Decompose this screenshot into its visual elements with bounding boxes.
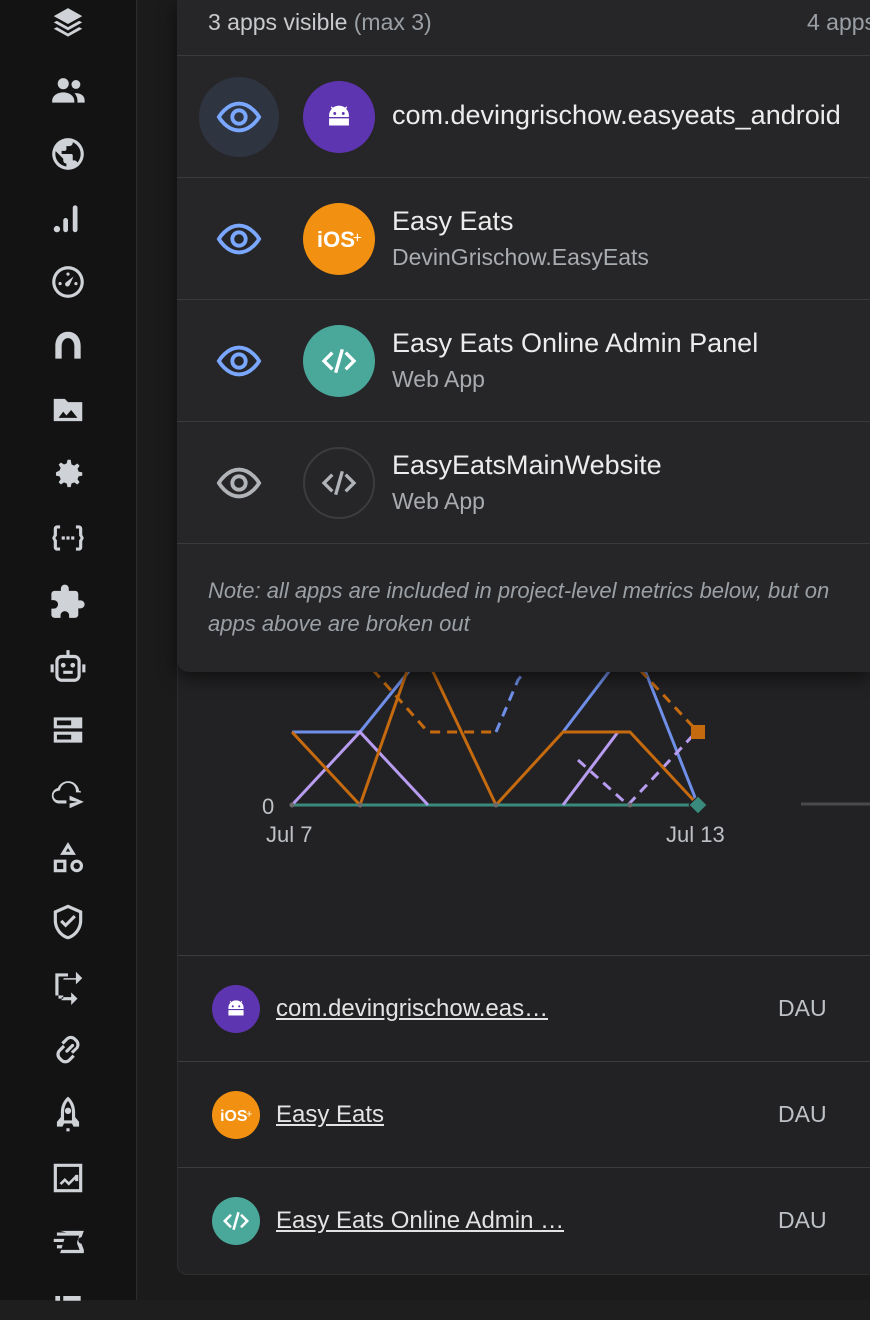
android-icon xyxy=(228,999,244,1015)
app-subtitle: DevinGrischow.EasyEats xyxy=(392,244,649,270)
rocket-icon[interactable] xyxy=(44,1090,92,1138)
metric-label: DAU xyxy=(778,1101,827,1127)
visibility-toggle[interactable] xyxy=(199,77,279,157)
eye-icon xyxy=(216,223,262,255)
app-menu-item[interactable]: EasyEatsMainWebsite Web App xyxy=(177,422,870,544)
baseline-dot xyxy=(357,802,363,808)
chart-trend-icon[interactable] xyxy=(44,1154,92,1202)
baseline-dot xyxy=(493,802,499,808)
app-link[interactable]: Easy Eats Online Admin … xyxy=(276,1207,564,1235)
ios-badge: iOS + xyxy=(303,203,375,275)
app-metrics-table: com.devingrischow.eas… DAU iOS + Easy Eat… xyxy=(178,955,870,1273)
metric-label: DAU xyxy=(778,995,827,1021)
cloud-send-icon[interactable] xyxy=(44,770,92,818)
x-axis-end-label: Jul 13 xyxy=(666,822,725,847)
visible-apps-count: 3 apps visible (max 3) xyxy=(208,9,432,36)
svg-text:iOS: iOS xyxy=(220,1107,247,1124)
menu-header: 3 apps visible (max 3) 4 apps xyxy=(177,0,870,56)
note-line-1: Note: all apps are included in project-l… xyxy=(208,578,830,603)
route-icon[interactable] xyxy=(44,962,92,1010)
y-axis-zero-label: 0 xyxy=(262,794,275,819)
eye-icon xyxy=(216,345,262,377)
web-badge xyxy=(303,325,375,397)
table-row[interactable]: Easy Eats Online Admin … DAU xyxy=(178,1167,870,1273)
app-subtitle: Web App xyxy=(392,488,485,514)
baseline-dot xyxy=(627,802,633,808)
x-axis-start-label: Jul 7 xyxy=(266,822,313,847)
globe-icon[interactable] xyxy=(44,130,92,178)
folder-image-icon[interactable] xyxy=(44,386,92,434)
app-title: Easy Eats xyxy=(392,206,514,236)
visibility-toggle[interactable] xyxy=(199,443,279,523)
settings-gear-icon[interactable] xyxy=(44,450,92,498)
ios-badge: iOS + xyxy=(212,1090,260,1139)
shapes-icon[interactable] xyxy=(44,834,92,882)
code-icon xyxy=(222,1211,250,1230)
android-icon xyxy=(329,105,349,126)
series-end-marker-orange xyxy=(691,725,705,739)
svg-text:iOS: iOS xyxy=(317,227,355,252)
ios-icon: iOS+ xyxy=(220,1107,252,1124)
note-line-2: apps above are broken out xyxy=(208,611,470,636)
ios-icon: iOS+ xyxy=(317,227,362,252)
total-apps-count: 4 apps xyxy=(807,9,870,35)
link-icon[interactable] xyxy=(44,1026,92,1074)
app-title: EasyEatsMainWebsite xyxy=(392,450,662,480)
code-icon xyxy=(321,470,357,496)
side-nav-rail xyxy=(0,0,137,1301)
code-brackets-icon[interactable] xyxy=(44,514,92,562)
robot-icon[interactable] xyxy=(44,642,92,690)
visibility-toggle[interactable] xyxy=(199,321,279,401)
baseline-dot xyxy=(289,802,295,808)
app-title: com.devingrischow.easyeats_android xyxy=(392,100,841,130)
series-line-orange-dashed xyxy=(371,669,496,734)
android-badge xyxy=(303,81,375,153)
app-title: Easy Eats Online Admin Panel xyxy=(392,328,759,358)
app-link[interactable]: Easy Eats xyxy=(276,1101,384,1129)
metrics-note: Note: all apps are included in project-l… xyxy=(208,574,870,640)
visible-max-text: (max 3) xyxy=(353,9,432,35)
app-menu-item[interactable]: iOS + Easy Eats DevinGrischow.EasyEats xyxy=(177,178,870,300)
series-line-lilac-2 xyxy=(561,731,620,806)
app-check-icon[interactable] xyxy=(44,322,92,370)
stacked-layers-icon[interactable] xyxy=(44,0,92,48)
extensions-puzzle-icon[interactable] xyxy=(44,578,92,626)
table-row[interactable]: iOS + Easy Eats DAU xyxy=(178,1061,870,1167)
visibility-toggle[interactable] xyxy=(199,199,279,279)
table-row[interactable]: com.devingrischow.eas… DAU xyxy=(178,955,870,1061)
app-visibility-menu: 3 apps visible (max 3) 4 apps com.deving… xyxy=(177,0,870,672)
svg-text:+: + xyxy=(353,230,362,247)
app-link[interactable]: com.devingrischow.eas… xyxy=(276,995,548,1023)
web-badge xyxy=(212,1196,260,1245)
ticket-icon[interactable] xyxy=(44,1218,92,1266)
svg-text:+: + xyxy=(246,1108,252,1120)
android-badge xyxy=(212,984,260,1033)
speedometer-icon[interactable] xyxy=(44,258,92,306)
people-icon[interactable] xyxy=(44,66,92,114)
database-icon[interactable] xyxy=(44,706,92,754)
eye-icon xyxy=(216,101,262,133)
eye-icon xyxy=(216,467,262,499)
web-badge xyxy=(303,447,375,519)
app-subtitle: Web App xyxy=(392,366,485,392)
signal-bars-icon[interactable] xyxy=(44,194,92,242)
app-menu-item[interactable]: Easy Eats Online Admin Panel Web App xyxy=(177,300,870,422)
metric-label: DAU xyxy=(778,1207,827,1233)
series-line-lilac xyxy=(290,729,430,807)
more-icon[interactable] xyxy=(44,1272,92,1320)
app-menu-item[interactable]: com.devingrischow.easyeats_android xyxy=(177,56,870,178)
code-icon xyxy=(321,348,357,374)
shield-check-icon[interactable] xyxy=(44,898,92,946)
visible-count-text: 3 apps visible xyxy=(208,9,348,35)
